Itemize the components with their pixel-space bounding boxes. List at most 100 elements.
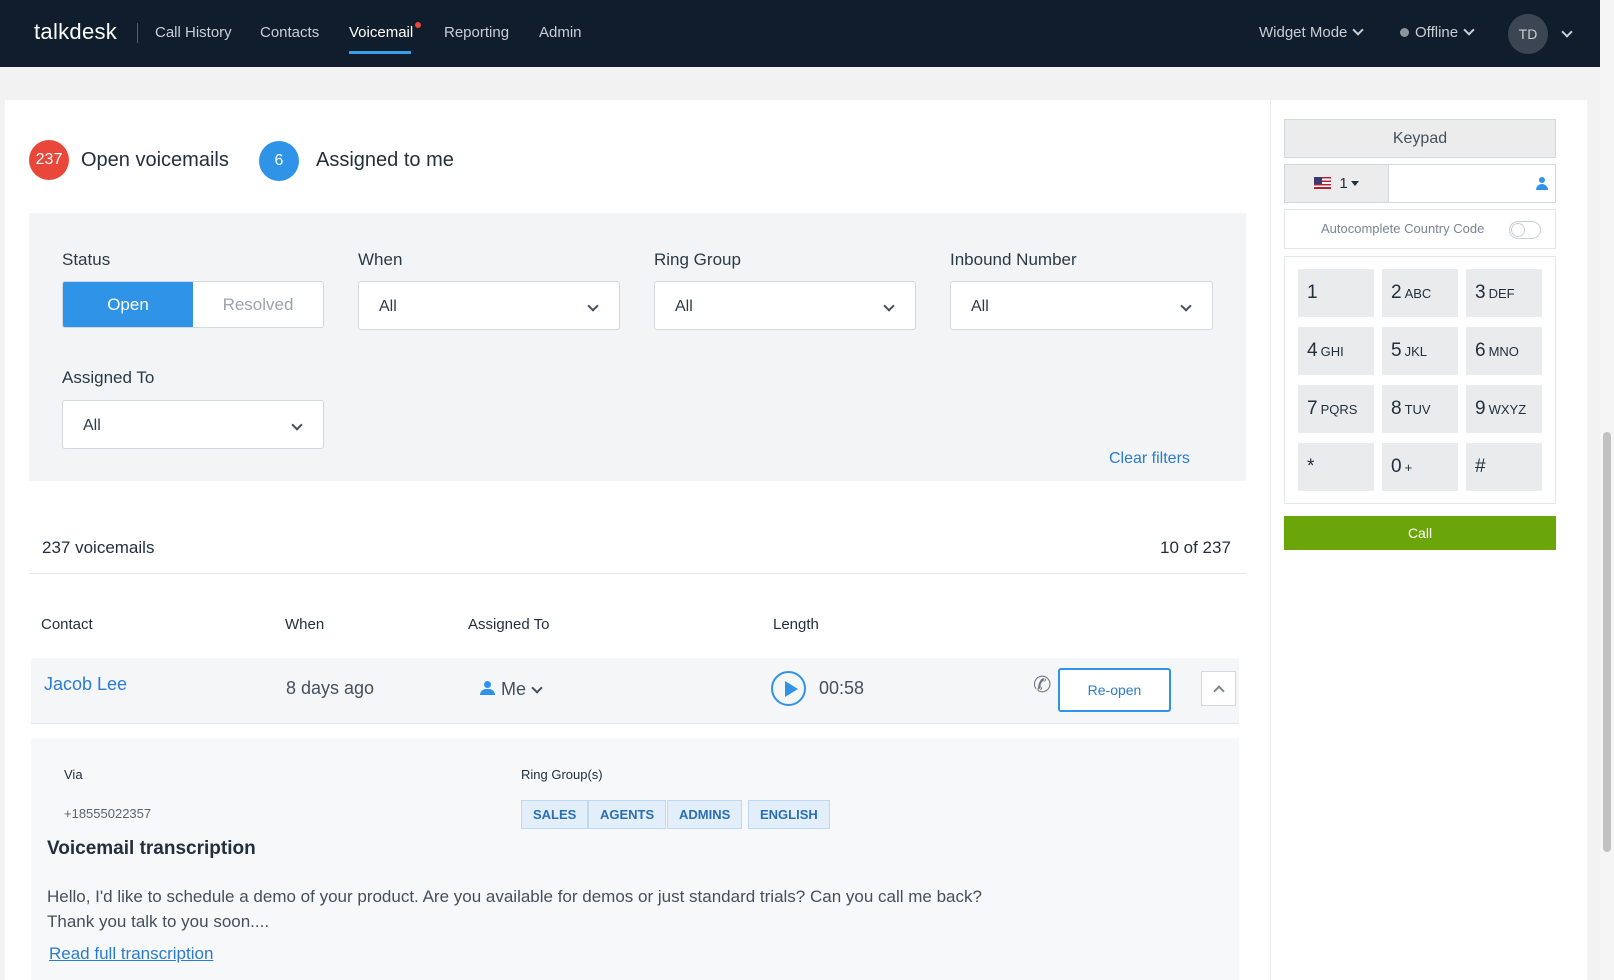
when-filter-label: When [358, 250, 403, 269]
status-open-button[interactable]: Open [63, 282, 193, 327]
play-icon[interactable] [771, 671, 806, 706]
phone-number-row: 1 [1284, 164, 1556, 203]
keypad-header[interactable]: Keypad [1284, 119, 1556, 158]
inbound-number-filter-label: Inbound Number [950, 250, 1077, 269]
contact-link[interactable]: Jacob Lee [44, 674, 127, 695]
transcription-line: Hello, I'd like to schedule a demo of yo… [47, 887, 982, 906]
keypad-key[interactable]: # [1466, 443, 1542, 491]
via-number: +18555022357 [64, 806, 152, 821]
keypad-key[interactable]: 0 + [1382, 443, 1458, 491]
key-letters: PQRS [1320, 402, 1358, 417]
widget-mode-label: Widget Mode [1259, 24, 1348, 41]
active-tab-underline [349, 51, 411, 54]
ring-group-tag: ENGLISH [748, 800, 830, 829]
chevron-up-icon [1213, 685, 1225, 697]
status-dropdown[interactable]: Offline [1400, 24, 1475, 41]
keypad-key[interactable]: 3 DEF [1466, 269, 1542, 317]
chevron-down-icon [1180, 300, 1192, 312]
nav-voicemail[interactable]: Voicemail [349, 24, 413, 41]
autocomplete-row: Autocomplete Country Code [1284, 209, 1556, 249]
avatar[interactable]: TD [1508, 14, 1548, 54]
reopen-button[interactable]: Re-open [1058, 668, 1171, 712]
ring-group-tag: SALES [521, 800, 589, 829]
when-select-value: All [379, 298, 397, 315]
key-letters: DEF [1488, 286, 1515, 301]
country-code-value: 1 [1339, 175, 1348, 192]
assigned-to-filter-label: Assigned To [62, 368, 155, 387]
phone-icon[interactable]: ✆ [1033, 672, 1051, 698]
keypad-key[interactable]: 2 ABC [1382, 269, 1458, 317]
nav-reporting[interactable]: Reporting [444, 24, 509, 41]
nav-call-history[interactable]: Call History [155, 24, 232, 41]
collapse-row-button[interactable] [1201, 671, 1236, 706]
column-header-length[interactable]: Length [773, 616, 819, 633]
when-select[interactable]: All [358, 281, 620, 330]
read-full-transcription-link[interactable]: Read full transcription [49, 944, 213, 964]
keypad-key[interactable]: 6 MNO [1466, 327, 1542, 375]
column-header-contact[interactable]: Contact [41, 616, 93, 633]
user-icon [480, 681, 495, 696]
talkdesk-logo[interactable]: talkdesk [34, 19, 117, 45]
chevron-down-icon [1352, 24, 1365, 36]
status-label: Offline [1415, 24, 1459, 41]
key-digit: 8 [1391, 398, 1402, 419]
chevron-down-icon [587, 300, 599, 312]
column-header-when[interactable]: When [285, 616, 324, 633]
assigned-to-select[interactable]: All [62, 400, 324, 449]
contact-icon[interactable] [1535, 177, 1549, 191]
inbound-number-select-value: All [971, 298, 989, 315]
country-code-select[interactable]: 1 [1285, 165, 1389, 202]
assigned-value: Me [501, 679, 527, 699]
assigned-to-select-value: All [83, 417, 101, 434]
open-voicemails-title[interactable]: Open voicemails [81, 149, 229, 172]
scrollbar-thumb[interactable] [1603, 432, 1611, 852]
keypad-key[interactable]: 8 TUV [1382, 385, 1458, 433]
us-flag-icon [1314, 177, 1332, 189]
keypad-key[interactable]: * [1298, 443, 1374, 491]
assigned-to-me-title[interactable]: Assigned to me [316, 149, 454, 172]
via-label: Via [64, 767, 83, 782]
key-letters: MNO [1488, 344, 1519, 359]
chevron-down-icon [531, 682, 543, 694]
key-digit: 1 [1307, 282, 1318, 303]
key-letters: ABC [1404, 286, 1432, 301]
nav-contacts[interactable]: Contacts [260, 24, 319, 41]
top-nav: talkdesk Call History Contacts Voicemail… [0, 0, 1600, 67]
assigned-dropdown[interactable]: Me [480, 679, 543, 700]
key-digit: 5 [1391, 340, 1402, 361]
chevron-down-icon [883, 300, 895, 312]
key-digit: 0 [1391, 456, 1402, 477]
ring-group-select[interactable]: All [654, 281, 916, 330]
inbound-number-select[interactable]: All [950, 281, 1213, 330]
status-filter-label: Status [62, 250, 111, 269]
divider [29, 573, 1246, 574]
when-value: 8 days ago [286, 678, 375, 698]
status-toggle: Open Resolved [62, 281, 324, 328]
autocomplete-toggle[interactable] [1509, 221, 1541, 239]
key-digit: 9 [1475, 398, 1486, 419]
chevron-down-icon [291, 419, 303, 431]
key-digit: 7 [1307, 398, 1318, 419]
status-resolved-button[interactable]: Resolved [193, 282, 323, 327]
table-row[interactable]: Jacob Lee 8 days ago Me 00:58 ✆ Re-open [31, 658, 1239, 724]
keypad-key[interactable]: 5 JKL [1382, 327, 1458, 375]
ring-group-filter-label: Ring Group [654, 250, 741, 269]
chevron-down-icon[interactable] [1561, 26, 1573, 38]
clear-filters-link[interactable]: Clear filters [1109, 450, 1190, 468]
widget-mode-dropdown[interactable]: Widget Mode [1259, 24, 1365, 41]
keypad-key[interactable]: 7 PQRS [1298, 385, 1374, 433]
pagination-count: 10 of 237 [1160, 538, 1231, 557]
open-count-badge: 237 [29, 140, 69, 180]
ring-group-tag: ADMINS [667, 800, 743, 829]
keypad-key[interactable]: 9 WXYZ [1466, 385, 1542, 433]
status-dot-icon [1400, 28, 1409, 37]
call-button[interactable]: Call [1284, 516, 1556, 550]
ring-group-tag: AGENTS [588, 800, 667, 829]
nav-admin[interactable]: Admin [539, 24, 582, 41]
key-digit: 2 [1391, 282, 1402, 303]
keypad-key[interactable]: 1 [1298, 269, 1374, 317]
keypad-key[interactable]: 4 GHI [1298, 327, 1374, 375]
transcription-line: Thank you talk to you soon.... [47, 912, 270, 931]
column-header-assigned-to[interactable]: Assigned To [468, 616, 549, 633]
key-digit: 3 [1475, 282, 1486, 303]
